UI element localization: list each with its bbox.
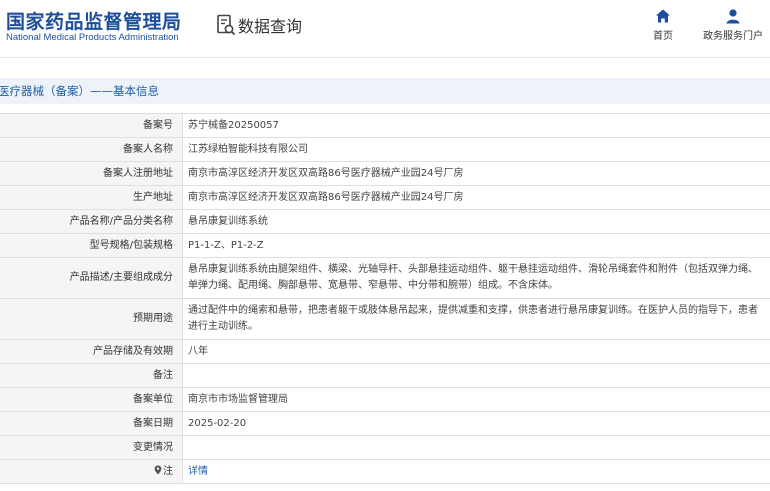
row-label: 备案单位 xyxy=(0,387,183,412)
row-value: 悬吊康复训练系统由腿架组件、横梁、光轴导杆、头部悬挂运动组件、躯干悬挂运动组件、… xyxy=(182,257,770,299)
row-value: 苏宁械备20250057 xyxy=(182,113,770,138)
record-info-table: 备案号 苏宁械备20250057 备案人名称 江苏绿柏智能科技有限公司 备案人注… xyxy=(0,113,770,484)
row-value: 悬吊康复训练系统 xyxy=(182,209,770,234)
row-label: 产品描述/主要组成成分 xyxy=(0,257,183,299)
row-label: 产品存储及有效期 xyxy=(0,339,183,364)
row-label: 备案日期 xyxy=(0,411,183,436)
row-value: 详情 xyxy=(182,459,770,484)
table-row: 型号规格/包装规格 P1-1-Z、P1-2-Z xyxy=(0,233,770,258)
note-label: 注 xyxy=(163,465,173,477)
site-header: 国家药品监督管理局 National Medical Products Admi… xyxy=(0,0,770,58)
row-value xyxy=(182,435,770,460)
row-label: 备案人注册地址 xyxy=(0,161,183,186)
row-label: 备案人名称 xyxy=(0,137,183,162)
table-row: 备案日期 2025-02-20 xyxy=(0,411,770,436)
details-link[interactable]: 详情 xyxy=(188,466,208,477)
table-row: 生产地址 南京市高淳区经济开发区双高路86号医疗器械产业园24号厂房 xyxy=(0,185,770,210)
row-value: 八年 xyxy=(182,339,770,364)
row-value: 南京市高淳区经济开发区双高路86号医疗器械产业园24号厂房 xyxy=(182,185,770,210)
row-value xyxy=(182,363,770,388)
logo-english[interactable]: National Medical Products Administration xyxy=(6,32,179,43)
row-label: 变更情况 xyxy=(0,435,183,460)
table-row: 备案人名称 江苏绿柏智能科技有限公司 xyxy=(0,137,770,162)
nav-service-portal[interactable]: 政务服务门户 xyxy=(701,8,765,42)
nav-home[interactable]: 首页 xyxy=(648,8,678,42)
table-row: 备案人注册地址 南京市高淳区经济开发区双高路86号医疗器械产业园24号厂房 xyxy=(0,161,770,186)
table-row: 备案单位 南京市市场监督管理局 xyxy=(0,387,770,412)
row-label: 预期用途 xyxy=(0,298,183,340)
table-row: 产品名称/产品分类名称 悬吊康复训练系统 xyxy=(0,209,770,234)
row-value: P1-1-Z、P1-2-Z xyxy=(182,233,770,258)
row-label: 型号规格/包装规格 xyxy=(0,233,183,258)
row-label-note: 注 xyxy=(0,459,183,484)
home-icon xyxy=(656,9,670,23)
row-label: 备案号 xyxy=(0,113,183,138)
table-row: 注 详情 xyxy=(0,459,770,484)
row-value: 南京市高淳区经济开发区双高路86号医疗器械产业园24号厂房 xyxy=(182,161,770,186)
row-label: 备注 xyxy=(0,363,183,388)
section-header: 医疗器械（备案）——基本信息 xyxy=(0,78,770,104)
row-label: 产品名称/产品分类名称 xyxy=(0,209,183,234)
section-title: 医疗器械（备案）——基本信息 xyxy=(0,84,159,98)
row-value: 通过配件中的绳索和悬带，把患者躯干或肢体悬吊起来，提供减重和支撑，供患者进行悬吊… xyxy=(182,298,770,340)
nav-home-label: 首页 xyxy=(653,31,673,42)
table-row: 变更情况 xyxy=(0,435,770,460)
table-row: 备注 xyxy=(0,363,770,388)
user-icon xyxy=(726,9,740,24)
row-value: 南京市市场监督管理局 xyxy=(182,387,770,412)
table-row: 产品存储及有效期 八年 xyxy=(0,339,770,364)
table-row: 预期用途 通过配件中的绳索和悬带，把患者躯干或肢体悬吊起来，提供减重和支撑，供患… xyxy=(0,298,770,340)
row-label: 生产地址 xyxy=(0,185,183,210)
location-pin-icon xyxy=(154,465,162,474)
row-value: 江苏绿柏智能科技有限公司 xyxy=(182,137,770,162)
data-query-icon xyxy=(217,14,236,36)
row-value: 2025-02-20 xyxy=(182,411,770,436)
logo-chinese[interactable]: 国家药品监督管理局 xyxy=(6,7,182,34)
nav-service-label: 政务服务门户 xyxy=(703,31,763,42)
table-row: 备案号 苏宁械备20250057 xyxy=(0,113,770,138)
table-row: 产品描述/主要组成成分 悬吊康复训练系统由腿架组件、横梁、光轴导杆、头部悬挂运动… xyxy=(0,257,770,299)
data-query-title[interactable]: 数据查询 xyxy=(238,13,302,37)
